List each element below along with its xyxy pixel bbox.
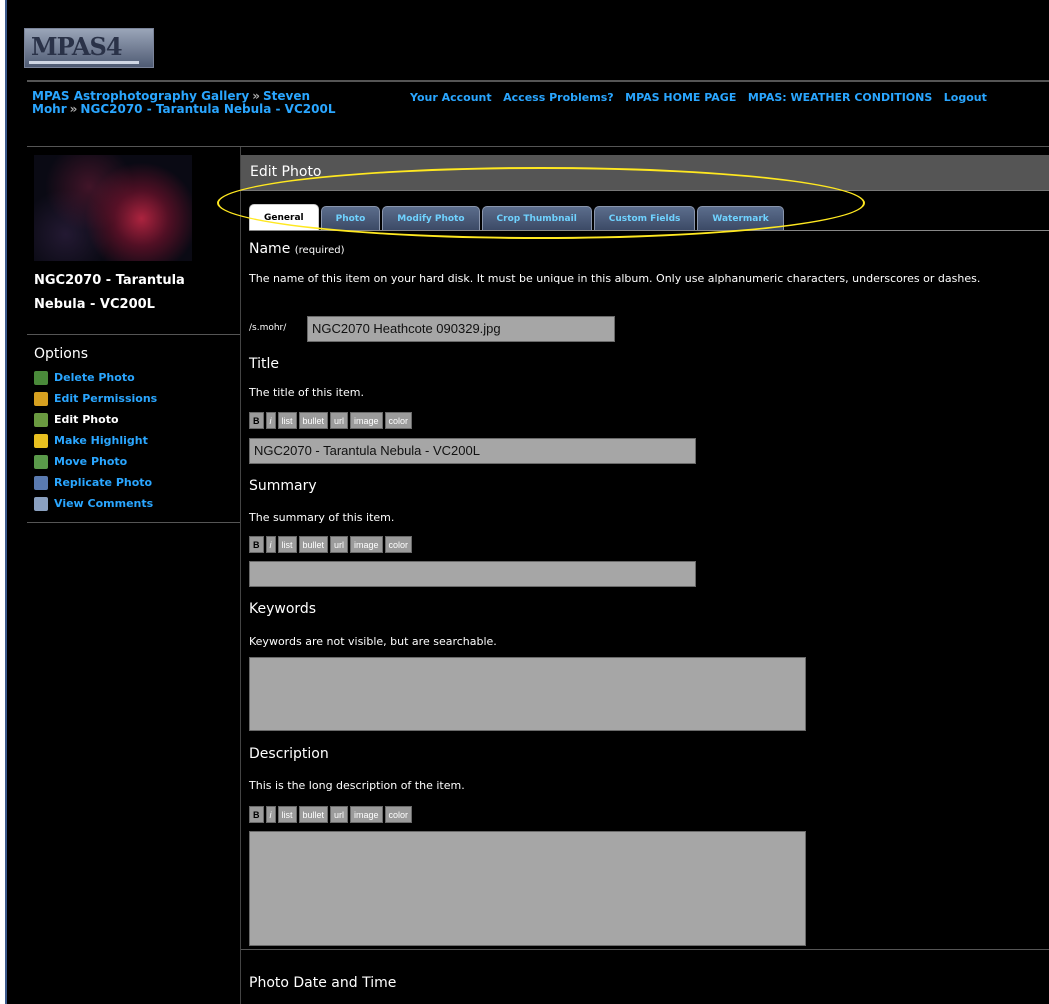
edit-icon — [34, 412, 48, 427]
option-replicate-photo[interactable]: Replicate Photo — [34, 472, 157, 493]
option-label[interactable]: Edit Permissions — [54, 392, 157, 405]
color-button[interactable]: color — [384, 536, 413, 553]
photo-thumbnail-title: NGC2070 - Tarantula Nebula - VC200L — [34, 273, 185, 312]
option-label[interactable]: Move Photo — [54, 455, 127, 468]
tab-watermark[interactable]: Watermark — [697, 206, 784, 230]
name-input[interactable]: NGC2070 Heathcote 090329.jpg — [307, 316, 615, 342]
description-textarea[interactable] — [249, 831, 806, 946]
sidebar: NGC2070 - Tarantula Nebula - VC200L Opti… — [27, 147, 241, 1004]
summary-label: Summary — [249, 478, 317, 494]
breadcrumb: MPAS Astrophotography Gallery» Steven Moh… — [32, 90, 392, 116]
summary-input[interactable] — [249, 561, 696, 587]
option-label[interactable]: Make Highlight — [54, 434, 148, 447]
name-path-prefix: /s.mohr/ — [249, 323, 287, 333]
option-edit-photo[interactable]: Edit Photo — [34, 409, 157, 430]
list-button[interactable]: list — [277, 412, 297, 429]
options-heading: Options — [34, 346, 89, 362]
keywords-label: Keywords — [249, 601, 317, 617]
tab-modify-photo[interactable]: Modify Photo — [382, 206, 480, 230]
option-make-highlight[interactable]: Make Highlight — [34, 430, 157, 451]
list-button[interactable]: list — [277, 806, 297, 823]
title-help: The title of this item. — [249, 386, 364, 399]
tab-crop-thumbnail[interactable]: Crop Thumbnail — [481, 206, 592, 230]
image-button[interactable]: image — [350, 412, 383, 429]
description-markup-toolbar: B i list bullet url image color — [249, 806, 413, 823]
sidebar-bottom-divider — [27, 522, 241, 523]
url-button[interactable]: url — [330, 536, 349, 553]
color-button[interactable]: color — [384, 806, 413, 823]
logout-link[interactable]: Logout — [944, 91, 987, 104]
summary-help: The summary of this item. — [249, 511, 395, 524]
main-content: Edit Photo General Photo Modify Photo Cr… — [217, 147, 1049, 1004]
description-help: This is the long description of the item… — [249, 779, 465, 792]
top-links: Your Account Access Problems? MPAS HOME … — [410, 91, 995, 104]
summary-markup-toolbar: B i list bullet url image color — [249, 536, 413, 553]
option-delete-photo[interactable]: Delete Photo — [34, 367, 157, 388]
required-note: (required) — [294, 245, 345, 256]
move-icon — [34, 454, 48, 469]
breadcrumb-separator: » — [69, 102, 78, 116]
tab-custom-fields[interactable]: Custom Fields — [593, 206, 696, 230]
bullet-button[interactable]: bullet — [298, 536, 329, 553]
breadcrumb-item-photo[interactable]: NGC2070 - Tarantula Nebula - VC200L — [80, 102, 335, 116]
italic-button[interactable]: i — [265, 412, 276, 429]
title-label: Title — [249, 356, 280, 372]
page-title-bar: Edit Photo — [241, 155, 1049, 191]
keywords-textarea[interactable] — [249, 657, 806, 731]
tab-general[interactable]: General — [249, 204, 319, 230]
tab-photo[interactable]: Photo — [320, 206, 381, 230]
option-label[interactable]: Edit Photo — [54, 413, 119, 426]
color-button[interactable]: color — [384, 412, 413, 429]
section-divider — [241, 949, 1049, 950]
photo-thumbnail[interactable] — [34, 155, 192, 261]
keywords-help: Keywords are not visible, but are search… — [249, 635, 497, 648]
page-title: Edit Photo — [250, 164, 322, 180]
url-button[interactable]: url — [330, 412, 349, 429]
header-divider — [27, 80, 1049, 82]
list-button[interactable]: list — [277, 536, 297, 553]
option-view-comments[interactable]: View Comments — [34, 493, 157, 514]
tab-bar: General Photo Modify Photo Crop Thumbnai… — [249, 203, 1049, 231]
photo-date-time-label: Photo Date and Time — [249, 975, 397, 991]
description-label: Description — [249, 746, 329, 762]
bold-button[interactable]: B — [249, 412, 264, 429]
comments-icon — [34, 496, 48, 511]
name-label-text: Name — [249, 241, 291, 257]
option-label[interactable]: Replicate Photo — [54, 476, 152, 489]
sidebar-divider — [27, 334, 241, 335]
your-account-link[interactable]: Your Account — [410, 91, 492, 104]
site-logo[interactable]: MPAS4 — [24, 28, 154, 68]
weather-conditions-link[interactable]: MPAS: WEATHER CONDITIONS — [748, 91, 932, 104]
home-page-link[interactable]: MPAS HOME PAGE — [625, 91, 736, 104]
option-edit-permissions[interactable]: Edit Permissions — [34, 388, 157, 409]
bullet-button[interactable]: bullet — [298, 412, 329, 429]
options-list: Delete Photo Edit Permissions Edit Photo… — [34, 367, 157, 514]
title-input[interactable]: NGC2070 - Tarantula Nebula - VC200L — [249, 438, 696, 464]
access-problems-link[interactable]: Access Problems? — [503, 91, 613, 104]
delete-icon — [34, 370, 48, 385]
copy-icon — [34, 475, 48, 490]
italic-button[interactable]: i — [265, 536, 276, 553]
italic-button[interactable]: i — [265, 806, 276, 823]
option-label[interactable]: View Comments — [54, 497, 153, 510]
lightbulb-icon — [34, 433, 48, 448]
lock-icon — [34, 391, 48, 406]
image-button[interactable]: image — [350, 806, 383, 823]
logo-text: MPAS4 — [31, 32, 123, 61]
image-button[interactable]: image — [350, 536, 383, 553]
name-label: Name (required) — [249, 241, 344, 257]
title-markup-toolbar: B i list bullet url image color — [249, 412, 413, 429]
name-help: The name of this item on your hard disk.… — [249, 272, 981, 285]
option-label[interactable]: Delete Photo — [54, 371, 135, 384]
breadcrumb-item-gallery[interactable]: MPAS Astrophotography Gallery — [32, 89, 249, 103]
bold-button[interactable]: B — [249, 536, 264, 553]
logo-subtitle-bar — [29, 61, 139, 64]
bold-button[interactable]: B — [249, 806, 264, 823]
option-move-photo[interactable]: Move Photo — [34, 451, 157, 472]
breadcrumb-separator: » — [252, 89, 260, 103]
url-button[interactable]: url — [330, 806, 349, 823]
bullet-button[interactable]: bullet — [298, 806, 329, 823]
